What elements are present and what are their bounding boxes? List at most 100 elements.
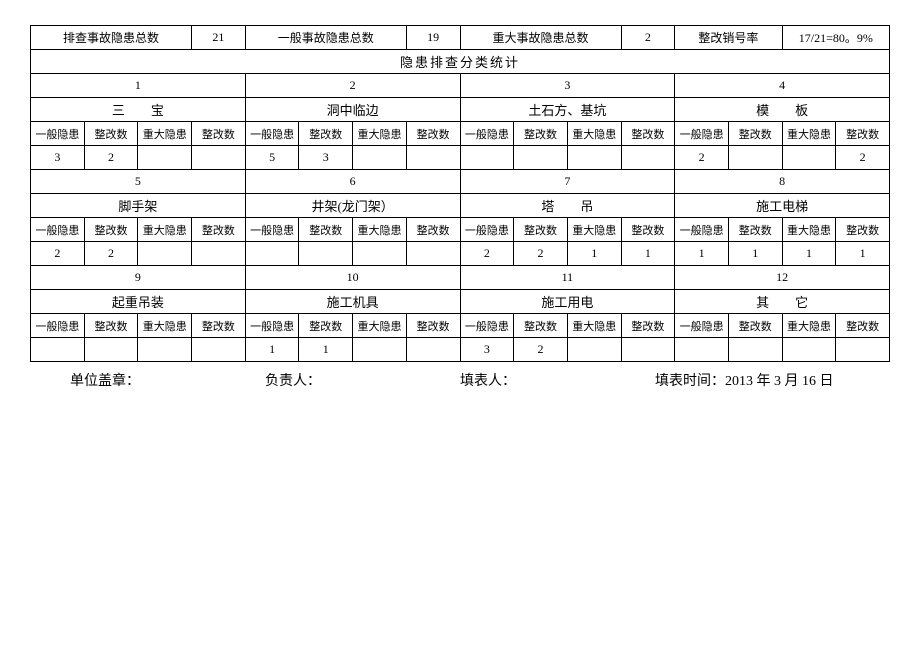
subheader-row-2: 一般隐患 整改数 重大隐患 整改数 一般隐患 整改数 重大隐患 整改数 一般隐患… (31, 218, 890, 242)
subheader-rect2: 整改数 (192, 314, 246, 338)
stats-header-row: 隐患排查分类统计 (31, 50, 890, 74)
subheader-major: 重大隐患 (353, 314, 407, 338)
footer-stamp: 单位盖章： (70, 370, 265, 390)
value-cell (192, 242, 246, 266)
category-name: 土石方、基坑 (460, 98, 675, 122)
subheader-major: 重大隐患 (138, 314, 192, 338)
category-name: 塔 吊 (460, 194, 675, 218)
value-cell (353, 146, 407, 170)
value-cell: 2 (31, 242, 85, 266)
value-cell (353, 338, 407, 362)
group-number: 4 (675, 74, 890, 98)
rate-value: 17/21=80。9% (782, 26, 889, 50)
subheader-rect: 整改数 (84, 218, 138, 242)
subheader-rect: 整改数 (84, 122, 138, 146)
value-cell: 2 (514, 338, 568, 362)
values-row-1: 3 2 5 3 2 2 (31, 146, 890, 170)
subheader-rect2: 整改数 (621, 122, 675, 146)
value-cell: 1 (675, 242, 729, 266)
category-name: 脚手架 (31, 194, 246, 218)
summary-row: 排查事故隐患总数 21 一般事故隐患总数 19 重大事故隐患总数 2 整改销号率… (31, 26, 890, 50)
investigated-label: 排查事故隐患总数 (31, 26, 192, 50)
value-cell: 1 (782, 242, 836, 266)
subheader-major: 重大隐患 (353, 122, 407, 146)
value-cell (192, 338, 246, 362)
value-cell (192, 146, 246, 170)
subheader-general: 一般隐患 (31, 122, 85, 146)
value-cell (836, 338, 890, 362)
subheader-rect2: 整改数 (836, 218, 890, 242)
subheader-major: 重大隐患 (567, 218, 621, 242)
value-cell (728, 146, 782, 170)
group-number: 11 (460, 266, 675, 290)
value-cell (138, 242, 192, 266)
subheader-major: 重大隐患 (782, 314, 836, 338)
stats-header-cell: 隐患排查分类统计 (31, 50, 890, 74)
investigated-value: 21 (192, 26, 246, 50)
subheader-major: 重大隐患 (567, 314, 621, 338)
subheader-general: 一般隐患 (245, 122, 299, 146)
category-name: 施工用电 (460, 290, 675, 314)
group-number-row-1: 1 2 3 4 (31, 74, 890, 98)
subheader-major: 重大隐患 (782, 218, 836, 242)
major-value: 2 (621, 26, 675, 50)
subheader-major: 重大隐患 (138, 218, 192, 242)
general-value: 19 (406, 26, 460, 50)
value-cell: 5 (245, 146, 299, 170)
subheader-rect2: 整改数 (192, 218, 246, 242)
group-number: 12 (675, 266, 890, 290)
subheader-rect: 整改数 (299, 122, 353, 146)
value-cell: 1 (245, 338, 299, 362)
group-number: 3 (460, 74, 675, 98)
value-cell (84, 338, 138, 362)
value-cell: 2 (84, 146, 138, 170)
subheader-rect: 整改数 (728, 122, 782, 146)
value-cell (782, 146, 836, 170)
footer-time-value: 2013 年 3 月 16 日 (725, 374, 834, 389)
subheader-general: 一般隐患 (31, 314, 85, 338)
subheader-rect: 整改数 (514, 122, 568, 146)
footer-filler: 填表人： (460, 370, 655, 390)
subheader-rect2: 整改数 (406, 122, 460, 146)
group-number: 10 (245, 266, 460, 290)
category-name: 井架(龙门架） (245, 194, 460, 218)
category-name: 起重吊装 (31, 290, 246, 314)
subheader-major: 重大隐患 (138, 122, 192, 146)
category-name: 施工电梯 (675, 194, 890, 218)
value-cell (621, 146, 675, 170)
value-cell (567, 146, 621, 170)
value-cell: 1 (621, 242, 675, 266)
subheader-row-3: 一般隐患 整改数 重大隐患 整改数 一般隐患 整改数 重大隐患 整改数 一般隐患… (31, 314, 890, 338)
hazard-statistics-table: 排查事故隐患总数 21 一般事故隐患总数 19 重大事故隐患总数 2 整改销号率… (30, 25, 890, 362)
subheader-major: 重大隐患 (353, 218, 407, 242)
subheader-general: 一般隐患 (675, 122, 729, 146)
footer-time-label: 填表时间： (655, 374, 725, 389)
category-name: 三 宝 (31, 98, 246, 122)
group-number: 6 (245, 170, 460, 194)
value-cell: 1 (728, 242, 782, 266)
value-cell: 2 (836, 146, 890, 170)
value-cell (31, 338, 85, 362)
subheader-rect: 整改数 (728, 314, 782, 338)
subheader-general: 一般隐患 (460, 122, 514, 146)
value-cell (460, 146, 514, 170)
value-cell: 1 (299, 338, 353, 362)
general-label: 一般事故隐患总数 (245, 26, 406, 50)
subheader-row-1: 一般隐患 整改数 重大隐患 整改数 一般隐患 整改数 重大隐患 整改数 一般隐患… (31, 122, 890, 146)
category-name: 模 板 (675, 98, 890, 122)
subheader-rect2: 整改数 (192, 122, 246, 146)
values-row-3: 1 1 3 2 (31, 338, 890, 362)
subheader-rect: 整改数 (514, 314, 568, 338)
group-number-row-3: 9 10 11 12 (31, 266, 890, 290)
category-name: 施工机具 (245, 290, 460, 314)
subheader-rect: 整改数 (299, 218, 353, 242)
footer-time: 填表时间：2013 年 3 月 16 日 (655, 370, 850, 390)
group-number-row-2: 5 6 7 8 (31, 170, 890, 194)
category-name: 其 它 (675, 290, 890, 314)
rate-label: 整改销号率 (675, 26, 782, 50)
value-cell (675, 338, 729, 362)
footer-row: 单位盖章： 负责人： 填表人： 填表时间：2013 年 3 月 16 日 (30, 370, 890, 390)
subheader-general: 一般隐患 (245, 218, 299, 242)
major-label: 重大事故隐患总数 (460, 26, 621, 50)
subheader-general: 一般隐患 (31, 218, 85, 242)
